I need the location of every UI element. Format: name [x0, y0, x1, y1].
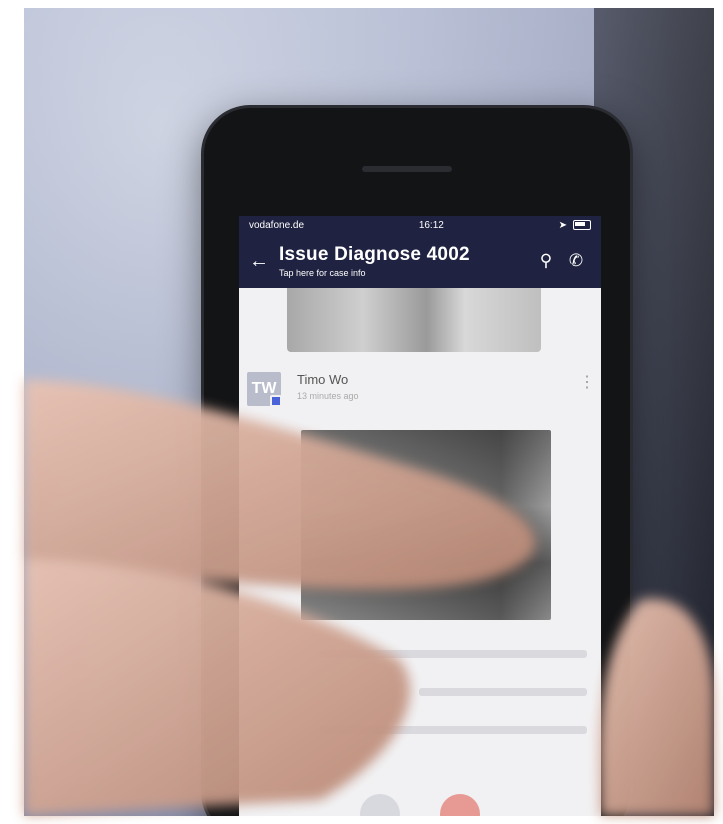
search-icon[interactable]: ⚲: [531, 251, 561, 271]
kebab-icon[interactable]: ⋮: [579, 372, 595, 392]
bottom-actions: [239, 790, 601, 816]
activity-line: [319, 650, 587, 658]
header-titles[interactable]: Issue Diagnose 4002 Tap here for case in…: [279, 244, 531, 278]
action-button[interactable]: [360, 794, 400, 816]
attached-image[interactable]: [301, 430, 551, 620]
message-header: TW Timo Wo 13 minutes ago ⋮: [239, 352, 601, 407]
status-bar: vodafone.de 16:12 ➤: [239, 216, 601, 234]
message-meta: Timo Wo 13 minutes ago: [297, 372, 579, 401]
phone-icon[interactable]: ✆: [561, 251, 591, 271]
activity-line: [319, 726, 587, 734]
case-title: Issue Diagnose 4002: [279, 244, 470, 265]
attached-image-previous[interactable]: [287, 288, 541, 352]
presence-indicator: [270, 395, 282, 407]
author-name: Timo Wo: [297, 372, 349, 387]
status-icons: ➤: [559, 220, 591, 231]
back-arrow-icon[interactable]: ←: [249, 250, 279, 273]
smartphone: vodafone.de 16:12 ➤ ← Issue Diagnose 400…: [204, 108, 630, 816]
photo-background: vodafone.de 16:12 ➤ ← Issue Diagnose 400…: [24, 8, 714, 816]
clock: 16:12: [418, 219, 444, 231]
message-time: 13 minutes ago: [297, 391, 359, 401]
avatar[interactable]: TW: [247, 372, 282, 407]
earpiece-speaker: [362, 166, 452, 172]
location-icon: ➤: [558, 219, 567, 231]
activity-line: [419, 688, 587, 696]
case-info-hint: Tap here for case info: [279, 268, 366, 278]
action-button-primary[interactable]: [440, 794, 480, 816]
message-feed[interactable]: TW Timo Wo 13 minutes ago ⋮: [239, 288, 601, 734]
battery-icon: [572, 220, 591, 230]
carrier-label: vodafone.de: [249, 219, 305, 231]
phone-screen: vodafone.de 16:12 ➤ ← Issue Diagnose 400…: [239, 216, 601, 816]
app-header[interactable]: ← Issue Diagnose 4002 Tap here for case …: [239, 234, 601, 288]
